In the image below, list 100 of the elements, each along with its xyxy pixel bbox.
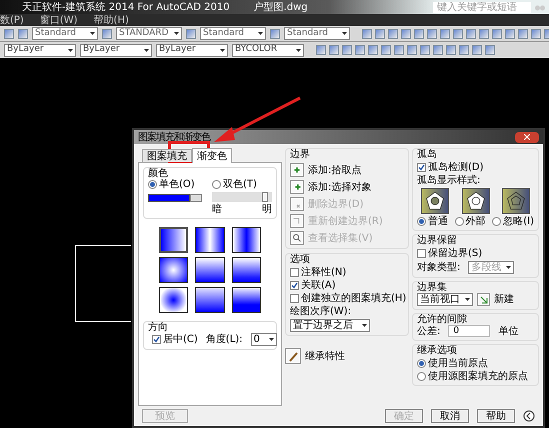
- boundary-tool-icon[interactable]: [290, 231, 304, 245]
- checkbox[interactable]: [417, 163, 426, 172]
- inherit-properties-label[interactable]: 继承特性: [305, 350, 345, 362]
- group-title: 继承选项: [417, 345, 458, 356]
- draw-order-label: 绘图次序(W):: [290, 306, 352, 317]
- radio-label: 忽略(I): [503, 216, 534, 227]
- radio-label: 使用当前原点: [428, 358, 488, 369]
- style-dropdown[interactable]: Standard: [200, 27, 266, 40]
- gradient-swatch[interactable]: [159, 287, 188, 313]
- gradient-swatch[interactable]: [195, 257, 225, 283]
- object-type-label: 对象类型:: [417, 262, 460, 273]
- radio-label: 使用源图案填充的原点: [428, 371, 528, 382]
- group-title: 边界保留: [417, 235, 458, 246]
- group-title: 允许的间隙: [417, 314, 468, 325]
- radio-label: 普通: [428, 216, 448, 227]
- style-dropdown[interactable]: Standard: [32, 27, 98, 40]
- new-selection-icon[interactable]: [477, 293, 490, 306]
- close-button[interactable]: [515, 132, 539, 142]
- radio-button[interactable]: [417, 372, 426, 381]
- caret-icon: [362, 324, 367, 327]
- group-title: 边界: [290, 149, 311, 160]
- caret-icon: [90, 32, 95, 35]
- gradient-swatch[interactable]: [159, 257, 188, 283]
- property-dropdown[interactable]: BYCOLOR: [232, 44, 304, 56]
- new-label: 新建: [494, 294, 514, 305]
- gradient-swatch[interactable]: [232, 257, 261, 283]
- checkbox-label: 创建独立的图案填充(H): [301, 293, 406, 304]
- tolerance-field[interactable]: 0: [448, 325, 490, 337]
- color-picker-button[interactable]: [190, 194, 202, 202]
- boundary-set-dropdown[interactable]: 当前视口: [417, 293, 473, 306]
- style-dropdown[interactable]: Standard: [284, 27, 350, 40]
- tab[interactable]: 渐变色: [192, 148, 232, 163]
- toolbar-icon[interactable]: [186, 28, 196, 38]
- caret-icon: [68, 48, 73, 52]
- checkbox[interactable]: [290, 268, 299, 277]
- boundary-action[interactable]: 添加:拾取点: [308, 164, 362, 176]
- light-label: 明: [262, 204, 272, 215]
- gradient-swatch[interactable]: [195, 227, 225, 253]
- dark-label: 暗: [212, 204, 222, 215]
- dialog-button[interactable]: 取消: [431, 409, 469, 423]
- toolbar-icon[interactable]: [102, 28, 112, 38]
- tab[interactable]: 图案填充: [142, 149, 192, 162]
- radio-button[interactable]: [417, 217, 426, 226]
- boundary-tool-icon[interactable]: [290, 180, 304, 194]
- group-title: 边界集: [417, 282, 448, 293]
- radio-button[interactable]: [212, 180, 221, 189]
- island-style-icon[interactable]: [462, 188, 490, 214]
- dialog-button[interactable]: 帮助: [477, 409, 515, 423]
- binoculars-icon[interactable]: [535, 3, 545, 11]
- property-dropdown[interactable]: ByLayer: [80, 44, 152, 56]
- toolbar-icon[interactable]: [270, 28, 280, 38]
- gradient-swatch[interactable]: [195, 287, 225, 313]
- caret-icon: [220, 48, 225, 52]
- caret-icon: [144, 48, 149, 52]
- gradient-swatch[interactable]: [232, 287, 261, 313]
- radio-button[interactable]: [492, 217, 502, 226]
- radio-button[interactable]: [454, 217, 464, 226]
- gradient-swatch[interactable]: [159, 227, 188, 253]
- group-title: 孤岛: [417, 149, 438, 160]
- radio-label: 单色(O): [159, 179, 195, 190]
- close-icon: [524, 134, 530, 140]
- checkbox[interactable]: [290, 281, 299, 290]
- property-dropdown[interactable]: ByLayer: [4, 44, 76, 56]
- caret-icon: [258, 32, 263, 35]
- slider-thumb[interactable]: [262, 192, 268, 202]
- boundary-tool-icon[interactable]: [290, 163, 304, 177]
- caret-icon: [342, 32, 347, 35]
- brush-icon[interactable]: [285, 348, 301, 364]
- menu-item[interactable]: 帮助(H): [94, 12, 129, 28]
- radio-label: 双色(T): [223, 179, 257, 190]
- radio-button[interactable]: [148, 180, 157, 189]
- gradient-swatch[interactable]: [232, 227, 261, 253]
- radio-label: 外部: [466, 216, 486, 227]
- checkbox[interactable]: [152, 335, 161, 344]
- checkbox[interactable]: [290, 294, 299, 303]
- unit-label: 单位: [498, 326, 518, 336]
- menu-item[interactable]: 窗口(W): [40, 12, 78, 28]
- shade-slider[interactable]: [212, 192, 272, 202]
- style-dropdown[interactable]: STANDARD: [116, 27, 182, 40]
- checkbox-label: 关联(A): [301, 280, 336, 291]
- island-style-icon[interactable]: [421, 188, 449, 214]
- angle-label: 角度(L):: [206, 334, 243, 345]
- checkbox-label: 孤岛检测(D): [428, 162, 484, 173]
- caret-icon: [296, 48, 301, 52]
- group-title: 颜色: [148, 168, 168, 179]
- group-title: 选项: [290, 254, 311, 265]
- checkbox[interactable]: [417, 249, 426, 258]
- angle-dropdown[interactable]: 0: [250, 333, 277, 346]
- collapse-icon[interactable]: [523, 410, 535, 422]
- draw-order-dropdown[interactable]: 置于边界之后: [290, 319, 370, 332]
- color-swatch[interactable]: [148, 194, 190, 202]
- property-dropdown[interactable]: ByLayer: [156, 44, 228, 56]
- file-name: 户型图.dwg: [254, 0, 308, 14]
- menu-item[interactable]: 数(P): [0, 12, 24, 28]
- checkbox-label: 居中(C): [163, 334, 198, 345]
- group-title: 方向: [148, 322, 169, 333]
- caret-icon: [174, 32, 179, 35]
- island-style-icon[interactable]: [502, 188, 530, 214]
- boundary-action[interactable]: 添加:选择对象: [308, 182, 372, 192]
- radio-button[interactable]: [417, 359, 426, 368]
